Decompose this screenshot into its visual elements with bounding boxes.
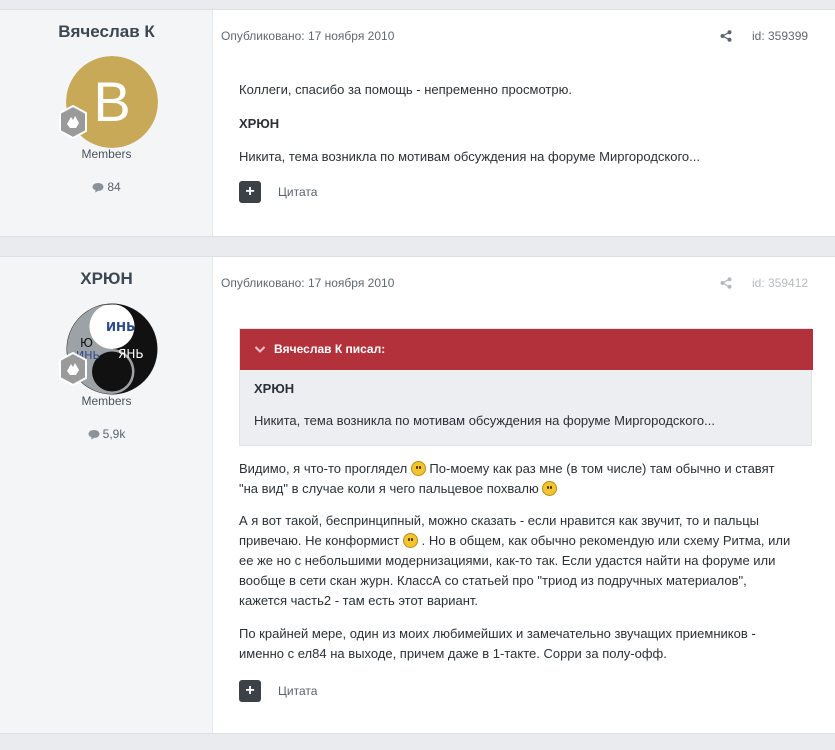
rank-badge-icon <box>59 105 87 139</box>
post-date[interactable]: Опубликовано: 17 ноября 2010 <box>221 276 394 290</box>
smile-smiley-icon <box>402 533 418 548</box>
avatar-text-yu: Ю <box>80 336 93 350</box>
paragraph-1-part-c: "на вид" в случае коли я чего пальцевое … <box>239 481 539 496</box>
quote-button[interactable]: Цитата <box>278 185 317 199</box>
paragraph-2-line-1: А я вот такой, беспринципный, можно сказ… <box>239 513 760 528</box>
author-panel: Вячеслав К B Members 84 <box>0 10 213 236</box>
quote-block: Вячеслав К писал: ХРЮН Никита, тема возн… <box>239 328 813 446</box>
avatar-text-yang: ЯНЬ <box>118 347 144 361</box>
quote-button[interactable]: Цитата <box>278 684 317 698</box>
post-count[interactable]: 5,9k <box>0 427 213 441</box>
share-icon[interactable] <box>720 30 732 42</box>
paragraph-3-line-2: именно с ел84 на выходе, причем даже в 1… <box>239 646 667 661</box>
paragraph-2-line-2b: . Но в общем, как обычно рекомендую или … <box>421 533 791 548</box>
post-count[interactable]: 84 <box>0 180 213 194</box>
paragraph-2-line-3: ее же но с небольшими модернизациями, ка… <box>239 553 776 568</box>
avatar-text-yin: ИНЬ <box>106 320 135 334</box>
multiquote-button[interactable]: + <box>239 680 261 702</box>
paragraph-3: По крайней мере, один из моих любимейших… <box>239 624 811 664</box>
share-icon[interactable] <box>720 277 732 289</box>
author-panel: ХРЮН ИНЬ ЯНЬ Ю ИНЬ Members 5,9k <box>0 257 213 733</box>
comment-icon <box>92 183 104 193</box>
glasses-smiley-icon <box>542 481 558 496</box>
member-group: Members <box>81 394 132 408</box>
paragraph-1: Видимо, я что-то проглядел По-моему как … <box>239 459 811 499</box>
post-count-value: 84 <box>107 180 121 194</box>
quote-text: Никита, тема возникла по мотивам обсужде… <box>254 413 715 428</box>
comment-icon <box>88 430 100 440</box>
paragraph-2-line-5: кажется часть2 - там есть этот вариант. <box>239 593 479 608</box>
multiquote-button[interactable]: + <box>239 181 261 203</box>
chevron-down-icon[interactable] <box>254 343 266 355</box>
post-count-value: 5,9k <box>102 427 126 441</box>
sad-smiley-icon <box>410 461 426 476</box>
quote-author: ХРЮН <box>254 381 295 396</box>
post-359399: Вячеслав К B Members 84 Опубликовано: 17… <box>0 9 835 237</box>
paragraph-1-part-a: Видимо, я что-то проглядел <box>239 461 408 476</box>
paragraph-2-line-4: вообще в сети скан журн. КлассА со стать… <box>239 573 747 588</box>
post-id[interactable]: id: 359399 <box>752 29 808 43</box>
quote-header[interactable]: Вячеслав К писал: <box>240 329 813 370</box>
paragraph-2-line-2a: привечаю. Не конформист <box>239 533 400 548</box>
member-group: Members <box>81 147 132 161</box>
paragraph-1-part-b: По-моему как раз мне (в том числе) там о… <box>429 461 775 476</box>
quote-header-text: Вячеслав К писал: <box>274 342 386 356</box>
quoted-author: ХРЮН <box>239 116 280 131</box>
post-date[interactable]: Опубликовано: 17 ноября 2010 <box>221 29 394 43</box>
paragraph-2: А я вот такой, беспринципный, можно сказ… <box>239 511 811 611</box>
rank-badge-icon <box>59 352 87 386</box>
post-line: Никита, тема возникла по мотивам обсужде… <box>239 149 700 164</box>
author-name-link[interactable]: ХРЮН <box>0 269 213 289</box>
paragraph-3-line-1: По крайней мере, один из моих любимейших… <box>239 626 756 641</box>
post-id[interactable]: id: 359412 <box>752 276 808 290</box>
post-line: Коллеги, спасибо за помощь - непременно … <box>239 82 572 97</box>
author-name-link[interactable]: Вячеслав К <box>0 22 213 42</box>
post-359412: ХРЮН ИНЬ ЯНЬ Ю ИНЬ Members 5,9k Опублико… <box>0 256 835 734</box>
